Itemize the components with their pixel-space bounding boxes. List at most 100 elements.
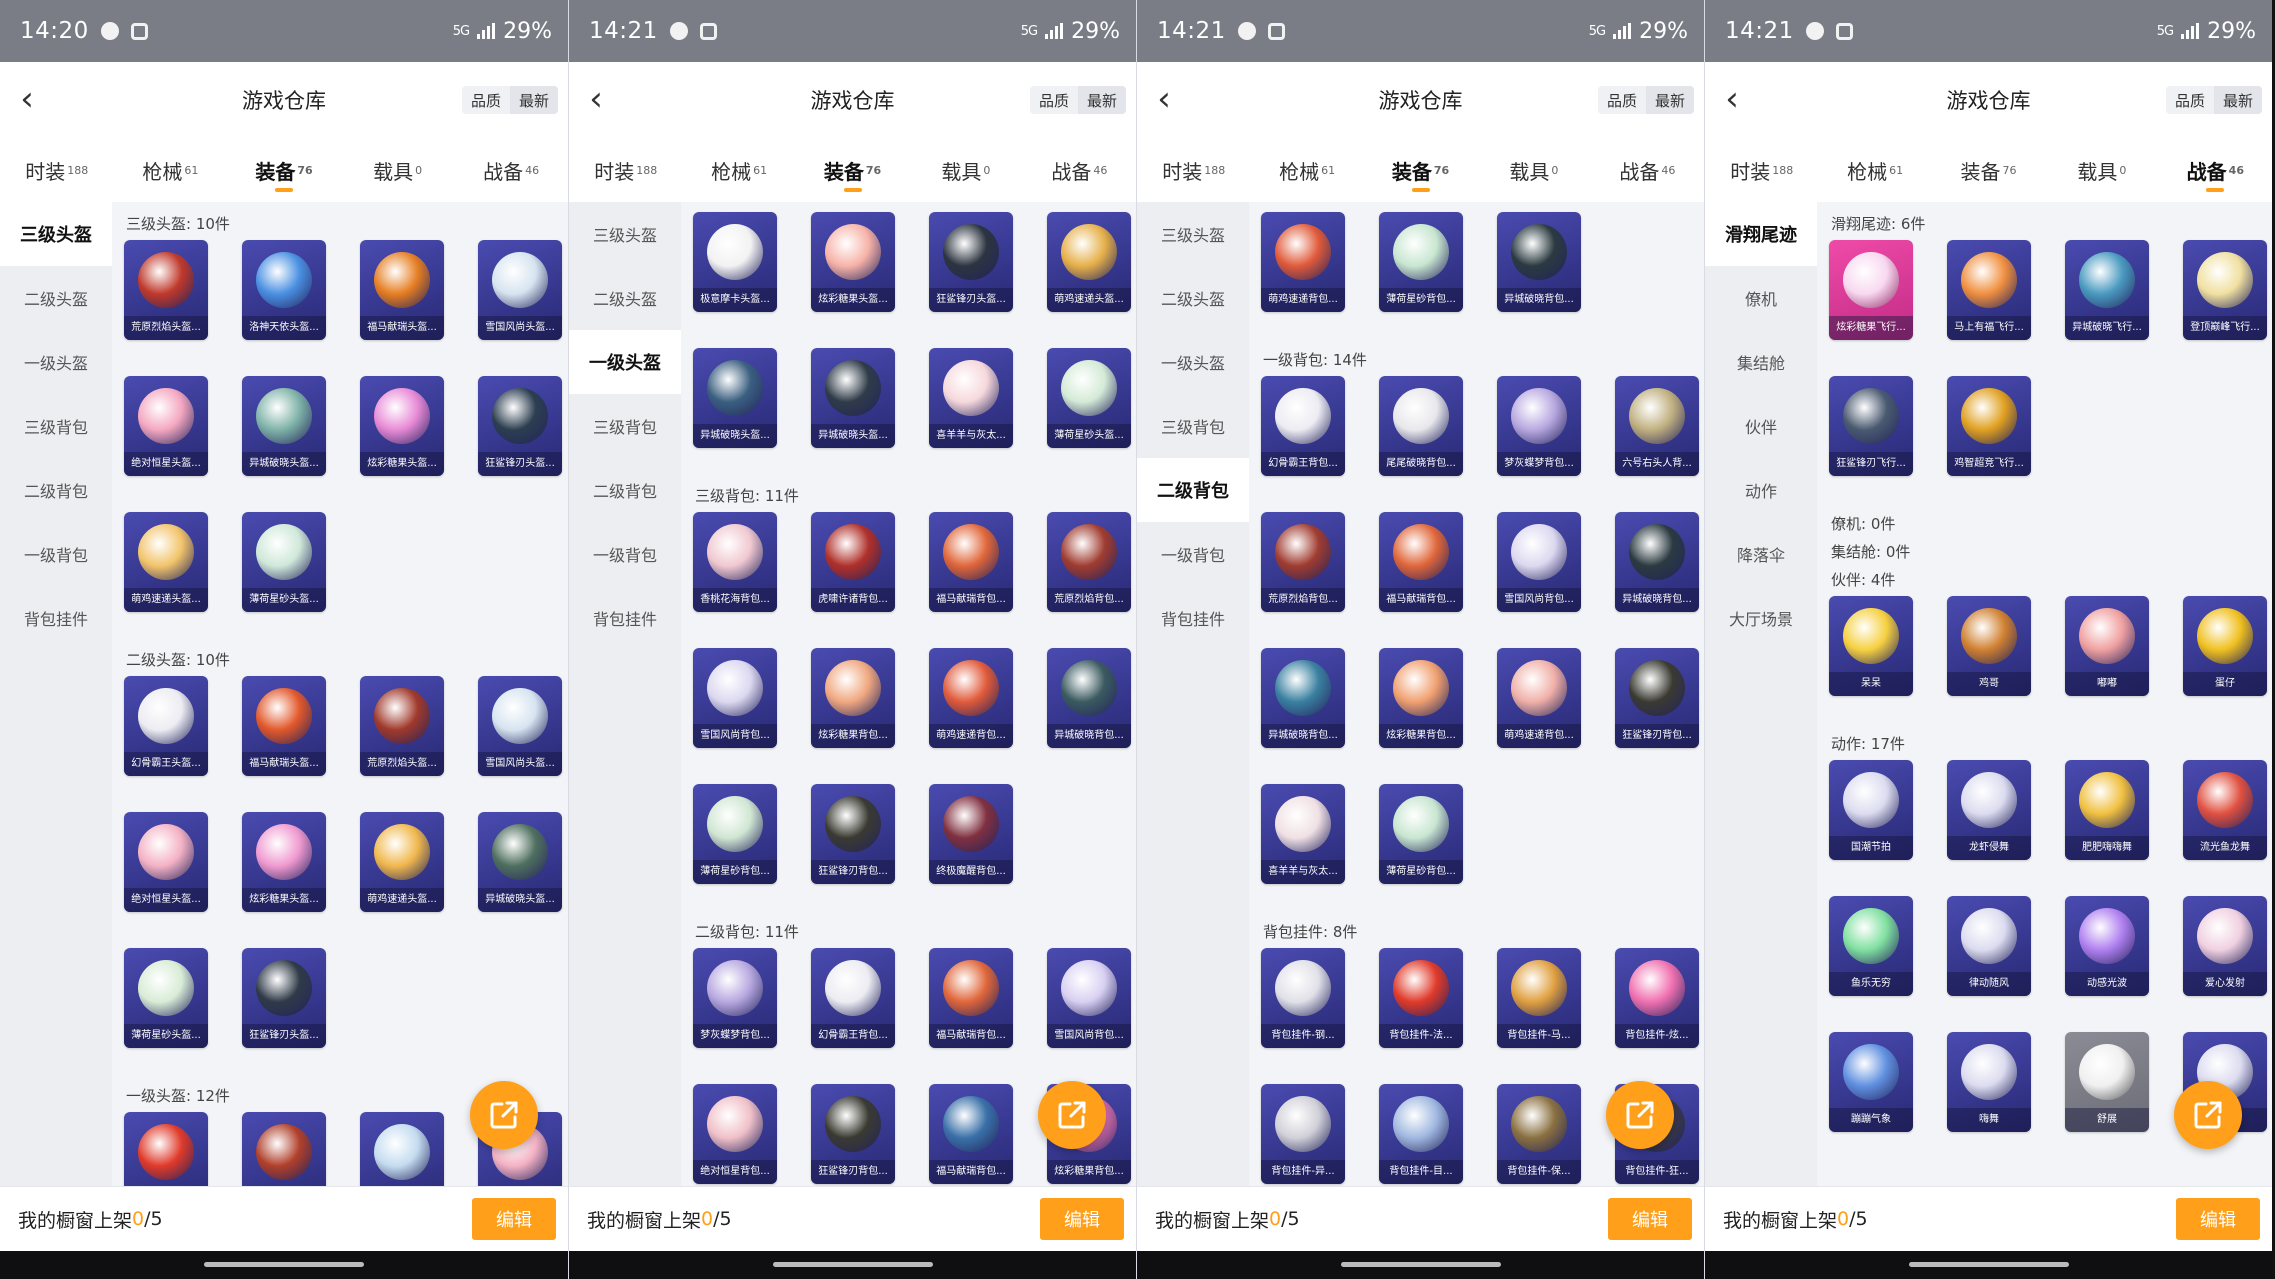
item-card[interactable]: 喜羊羊与灰太... [929,348,1013,448]
item-card[interactable]: 福马献瑞背包... [929,948,1013,1048]
item-card[interactable]: 流光鱼龙舞 [2183,760,2267,860]
item-card[interactable]: 福马献瑞头盔... [124,1112,208,1186]
item-card[interactable]: 香桃花海背包... [693,512,777,612]
tab-4[interactable]: 战备 46 [1023,138,1136,202]
item-card[interactable]: 福马献瑞头盔... [242,676,326,776]
item-card[interactable]: 背包挂件-目... [1379,1084,1463,1184]
item-card[interactable]: 狂鲨锋刃飞行... [1829,376,1913,476]
sidebar-item[interactable]: 三级背包 [0,394,112,458]
sort-quality-button[interactable]: 品质 [2166,86,2214,114]
item-card[interactable]: 雪国风尚背包... [1497,512,1581,612]
item-card[interactable]: 呆呆 [1829,596,1913,696]
item-card[interactable]: 龙虾侵舞 [1947,760,2031,860]
item-card[interactable]: 福马献瑞背包... [929,1084,1013,1184]
sidebar-item[interactable]: 僚机 [1705,266,1817,330]
tab-1[interactable]: 枪械 61 [682,138,795,202]
home-indicator[interactable] [772,1262,933,1267]
item-card[interactable]: 福马献瑞背包... [929,512,1013,612]
sidebar-item[interactable]: 背包挂件 [1137,586,1249,650]
home-indicator[interactable] [204,1262,364,1267]
tab-1[interactable]: 枪械 61 [1818,138,1931,202]
tab-2[interactable]: 装备 76 [227,138,341,202]
item-card[interactable]: 终极魔醒背包... [929,784,1013,884]
back-arrow-icon[interactable]: ‹ [10,82,44,118]
home-indicator[interactable] [1908,1262,2069,1267]
tab-1[interactable]: 枪械 61 [114,138,228,202]
tab-4[interactable]: 战备 46 [454,138,568,202]
item-card[interactable]: 背包挂件-钢... [1261,948,1345,1048]
item-card[interactable]: 薄荷星砂背包... [693,784,777,884]
item-card[interactable]: 洛神天依头盔... [242,240,326,340]
item-card[interactable]: 虎啸许诸背包... [811,512,895,612]
item-card[interactable]: 异城破晓飞行... [2065,240,2149,340]
item-card[interactable]: 背包挂件-异... [1261,1084,1345,1184]
item-card[interactable]: 雪国风尚背包... [1047,948,1131,1048]
item-card[interactable]: 狂鲨锋刃头盔... [478,376,562,476]
item-card[interactable]: 炫彩糖果头盔... [811,212,895,312]
item-card[interactable]: 异城破晓背包... [1497,212,1581,312]
item-card[interactable]: 绝对恒星背包... [693,1084,777,1184]
item-card[interactable]: 炫彩糖果背包... [811,648,895,748]
item-card[interactable]: 动感光波 [2065,896,2149,996]
sort-quality-button[interactable]: 品质 [462,86,510,114]
tab-3[interactable]: 载具 0 [341,138,455,202]
sort-latest-button[interactable]: 最新 [509,86,558,114]
item-card[interactable]: 狂鲨锋刃头盔... [242,948,326,1048]
item-card[interactable]: 六号右头人背... [1615,376,1699,476]
item-card[interactable]: 蹦蹦气象 [1829,1032,1913,1132]
item-card[interactable]: 萌鸡速递头盔... [360,812,444,912]
edit-button[interactable]: 编辑 [472,1198,556,1240]
item-card[interactable]: 国潮节拍 [1829,760,1913,860]
tab-0[interactable]: 时装 188 [1137,138,1250,202]
sidebar-item[interactable]: 一级头盔 [0,330,112,394]
item-card[interactable]: 背包挂件-保... [1497,1084,1581,1184]
item-card[interactable]: 蛋仔 [2183,596,2267,696]
item-card[interactable]: 幻骨霸王背包... [1261,376,1345,476]
item-card[interactable]: 绝对恒星头盔... [124,812,208,912]
share-button[interactable] [1038,1081,1106,1149]
sort-quality-button[interactable]: 品质 [1030,86,1078,114]
item-card[interactable]: 薄荷星砂背包... [1379,784,1463,884]
item-card[interactable]: 尾尾破晓背包... [1379,376,1463,476]
sidebar-item[interactable]: 大厅场景 [1705,586,1817,650]
item-card[interactable]: 喜羊羊与灰太... [1261,784,1345,884]
item-card[interactable]: 萌鸡速递背包... [929,648,1013,748]
home-indicator[interactable] [1340,1262,1501,1267]
sort-latest-button[interactable]: 最新 [2213,86,2262,114]
item-card[interactable]: 狂鲨锋刃背包... [1615,648,1699,748]
sidebar-item[interactable]: 动作 [1705,458,1817,522]
item-card[interactable]: 荒原烈焰头盔... [242,1112,326,1186]
sidebar-item[interactable]: 伙伴 [1705,394,1817,458]
sidebar-item[interactable]: 三级背包 [1137,394,1249,458]
sidebar-item[interactable]: 降落伞 [1705,522,1817,586]
tab-4[interactable]: 战备 46 [2159,138,2272,202]
tab-3[interactable]: 载具 0 [2045,138,2158,202]
item-card[interactable]: 绝对恒星头盔... [124,376,208,476]
item-card[interactable]: 福马献瑞背包... [1379,512,1463,612]
sidebar-item[interactable]: 二级头盔 [0,266,112,330]
item-card[interactable]: 炫彩糖果飞行... [1829,240,1913,340]
sidebar-item[interactable]: 背包挂件 [569,586,681,650]
item-card[interactable]: 幻骨霸王头盔... [124,676,208,776]
item-card[interactable]: 异城破晓头盔... [811,348,895,448]
item-card[interactable]: 背包挂件-法... [1379,948,1463,1048]
sidebar-item[interactable]: 一级背包 [0,522,112,586]
item-card[interactable]: 荒原烈焰背包... [1261,512,1345,612]
sidebar-item[interactable]: 三级头盔 [1137,202,1249,266]
item-card[interactable]: 律动随风 [1947,896,2031,996]
tab-3[interactable]: 载具 0 [909,138,1022,202]
item-card[interactable]: 梦灰蝶梦背包... [693,948,777,1048]
item-card[interactable]: 萌鸡速递头盔... [1047,212,1131,312]
item-card[interactable]: 雪国风尚头盔... [478,240,562,340]
sidebar-item[interactable]: 一级背包 [1137,522,1249,586]
item-card[interactable]: 薄荷星砂头盔... [1047,348,1131,448]
sort-latest-button[interactable]: 最新 [1077,86,1126,114]
sidebar-item[interactable]: 二级背包 [1137,458,1249,522]
share-button[interactable] [2174,1081,2242,1149]
item-card[interactable]: 背包挂件-炫... [1615,948,1699,1048]
item-card[interactable]: 异城破晓背包... [1047,648,1131,748]
item-card[interactable]: 狂鲨锋刃背包... [811,1084,895,1184]
item-card[interactable]: 炫彩糖果背包... [1379,648,1463,748]
item-card[interactable]: 极意摩卡头盔... [693,212,777,312]
tab-3[interactable]: 载具 0 [1477,138,1590,202]
